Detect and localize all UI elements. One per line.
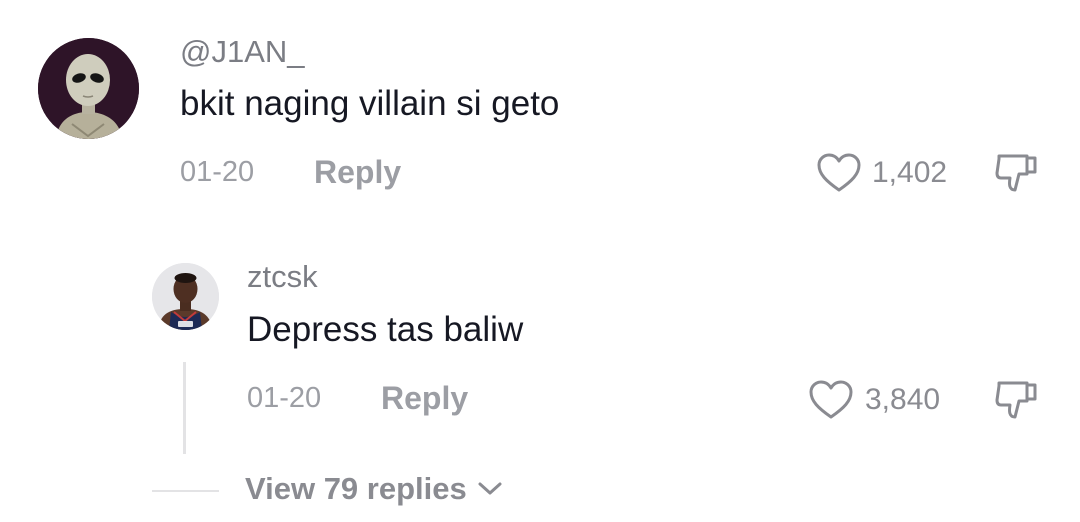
reply-reply-button[interactable]: Reply xyxy=(381,382,468,414)
dislike-icon[interactable] xyxy=(993,150,1041,198)
replier-avatar[interactable] xyxy=(152,263,219,330)
heart-icon[interactable] xyxy=(816,152,862,194)
reply-text: Depress tas baliw xyxy=(247,310,524,349)
chevron-down-icon xyxy=(478,482,502,494)
comment-date: 01-20 xyxy=(180,156,255,188)
dislike-icon[interactable] xyxy=(993,377,1041,425)
comment-text: bkit naging villain si geto xyxy=(180,84,560,123)
commenter-avatar[interactable] xyxy=(38,38,139,139)
thread-line xyxy=(183,362,186,454)
replier-username[interactable]: ztcsk xyxy=(247,261,318,292)
commenter-username[interactable]: @J1AN_ xyxy=(180,36,305,67)
view-replies-button[interactable]: View 79 replies xyxy=(245,473,503,504)
comment-like-count: 1,402 xyxy=(872,156,948,189)
reply-like-count: 3,840 xyxy=(865,383,941,416)
basketball-player-avatar-icon xyxy=(152,263,219,330)
reply-date: 01-20 xyxy=(247,382,322,414)
comment-reply-button[interactable]: Reply xyxy=(314,156,401,188)
replies-divider xyxy=(152,490,219,492)
view-replies-label: View 79 replies xyxy=(245,471,467,506)
heart-icon[interactable] xyxy=(808,379,854,421)
alien-avatar-icon xyxy=(38,38,139,139)
